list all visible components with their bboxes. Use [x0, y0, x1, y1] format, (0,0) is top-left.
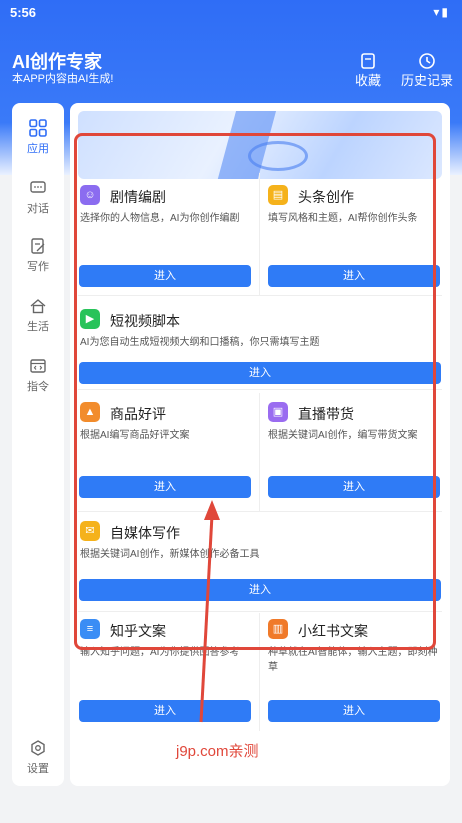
card-desc: 根据关键词AI创作，新媒体创作必备工具: [80, 549, 260, 560]
enter-button[interactable]: 进入: [268, 476, 440, 498]
home-icon: [30, 299, 46, 314]
live-tv-icon: ▣: [268, 402, 288, 422]
card-desc: 根据关键词AI创作，编写带货文案: [268, 430, 418, 441]
card-desc: 根据AI编写商品好评文案: [80, 430, 190, 441]
status-time: 5:56: [10, 5, 37, 20]
card-title: 自媒体写作: [110, 525, 180, 541]
history-icon: [419, 53, 435, 69]
drama-icon: ☺: [80, 185, 100, 205]
mail-icon: ✉: [80, 521, 100, 541]
watermark-text: j9p.com亲测: [176, 743, 259, 760]
enter-button[interactable]: 进入: [268, 700, 440, 722]
card-title: 商品好评: [110, 406, 166, 422]
history-label: 历史记录: [400, 73, 453, 88]
edit-icon: [31, 238, 45, 254]
sidebar-item-label: 设置: [27, 763, 49, 775]
chat-icon: [30, 181, 46, 193]
card-desc: 输入知乎问题，AI为你提供回答参考: [80, 647, 240, 658]
thumbs-up-icon: ▲: [80, 402, 100, 422]
card-desc: 种草就在AI智能体，输入主题，即刻种草: [268, 647, 438, 673]
sidebar-item-commands[interactable]: 指令: [12, 357, 64, 394]
enter-button[interactable]: 进入: [79, 362, 441, 384]
sidebar-item-writing[interactable]: 写作: [12, 237, 64, 274]
status-bar: 5:56 ▾▮: [0, 0, 462, 26]
card-desc: 填写风格和主题，AI帮你创作头条: [268, 213, 418, 224]
history-button[interactable]: 历史记录: [400, 52, 454, 89]
enter-button[interactable]: 进入: [79, 700, 251, 722]
card-title: 知乎文案: [110, 623, 166, 639]
card-title: 直播带货: [298, 406, 354, 422]
book-icon: ▥: [268, 619, 288, 639]
sidebar-item-label: 生活: [27, 321, 49, 333]
enter-button[interactable]: 进入: [79, 265, 251, 287]
favorites-button[interactable]: 收藏: [354, 52, 382, 89]
sidebar: 应用 对话 写作 生活 指令 设置: [12, 103, 64, 786]
banner-image: [78, 111, 442, 179]
card-title: 头条创作: [298, 189, 354, 205]
headline-icon: ▤: [268, 185, 288, 205]
favorites-label: 收藏: [354, 73, 381, 88]
status-icons: ▾▮: [433, 5, 450, 19]
enter-button[interactable]: 进入: [79, 476, 251, 498]
sidebar-item-label: 指令: [27, 381, 49, 393]
card-title: 小红书文案: [298, 623, 368, 639]
sidebar-item-label: 写作: [27, 261, 49, 273]
bookmark-icon: [361, 53, 375, 69]
video-icon: ▶: [80, 309, 100, 329]
main-panel: ☺ 剧情编剧 选择你的人物信息，AI为你创作编剧 进入 ▤ 头条创作 填写风格和…: [70, 103, 450, 786]
sidebar-item-life[interactable]: 生活: [12, 297, 64, 334]
sidebar-item-label: 对话: [27, 203, 49, 215]
card-desc: 选择你的人物信息，AI为你创作编剧: [80, 213, 240, 224]
card-desc: AI为您自动生成短视频大纲和口播稿，你只需填写主题: [80, 337, 320, 348]
enter-button[interactable]: 进入: [79, 579, 441, 601]
sidebar-item-apps[interactable]: 应用: [12, 119, 64, 156]
code-icon: [30, 359, 46, 373]
document-icon: ≡: [80, 619, 100, 639]
sidebar-item-chat[interactable]: 对话: [12, 179, 64, 216]
app-subtitle: 本APP内容由AI生成!: [12, 73, 114, 85]
card-title: 短视频脚本: [110, 313, 180, 329]
settings-icon: [31, 740, 45, 756]
sidebar-item-settings[interactable]: 设置: [12, 739, 64, 776]
enter-button[interactable]: 进入: [268, 265, 440, 287]
grid-icon: [29, 119, 47, 137]
card-title: 剧情编剧: [110, 189, 166, 205]
sidebar-item-label: 应用: [27, 143, 49, 155]
